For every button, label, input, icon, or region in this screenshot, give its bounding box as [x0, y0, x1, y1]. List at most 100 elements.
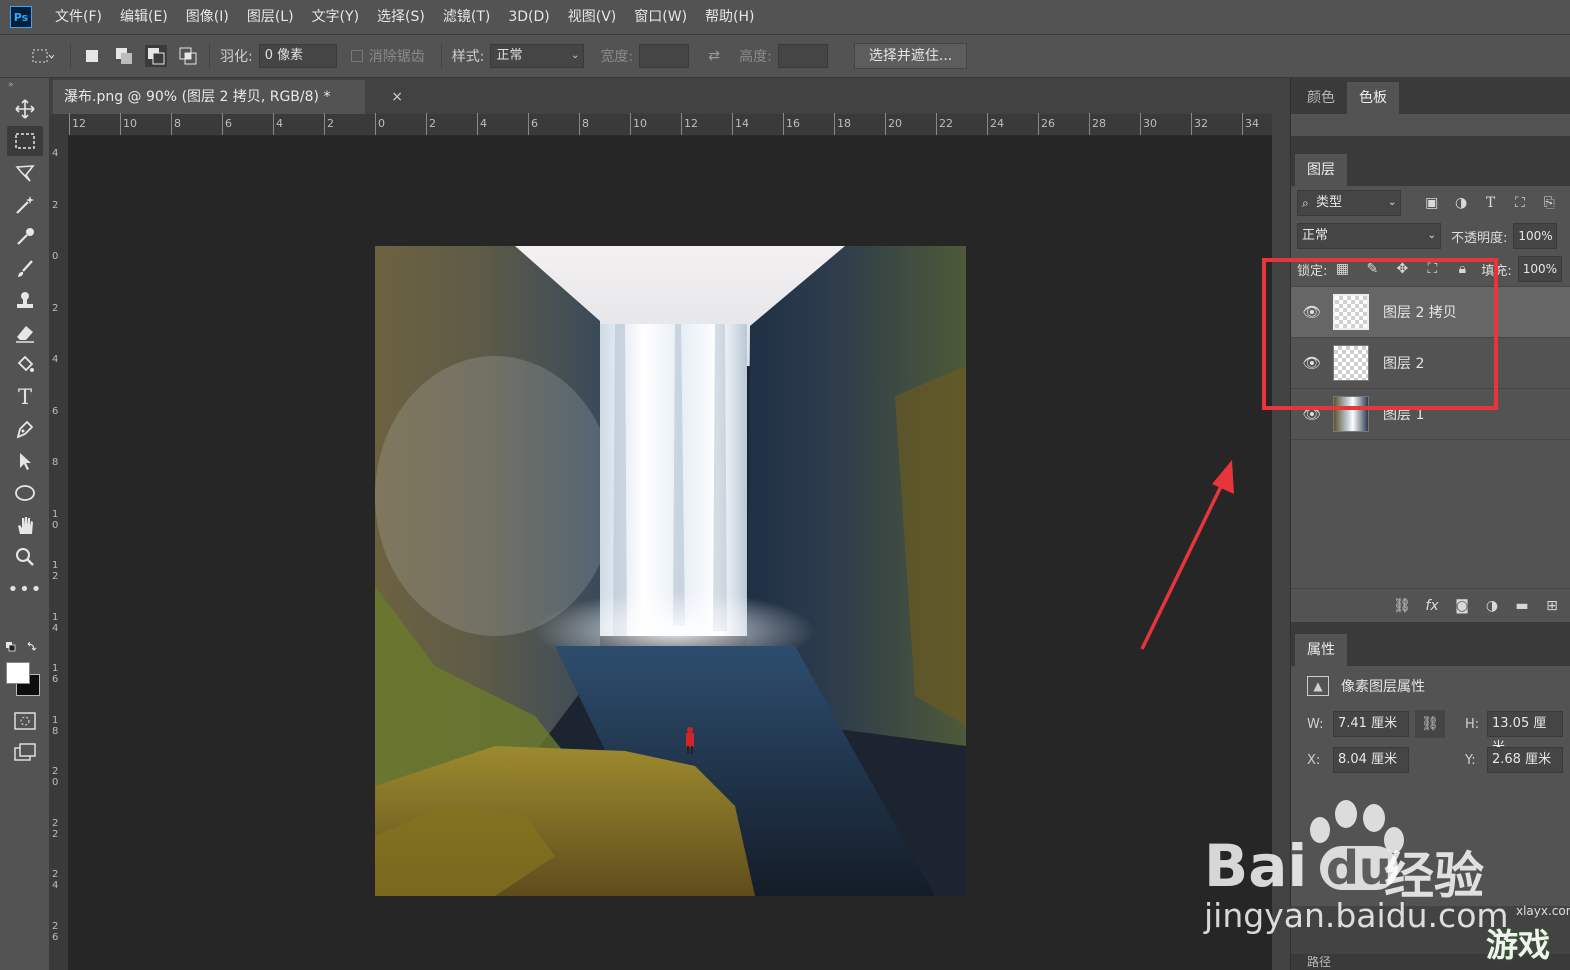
new-layer-icon[interactable]: ⊞ — [1537, 598, 1567, 614]
color-swatches-tabs: 颜色 色板 — [1291, 78, 1570, 114]
filter-shape-icon[interactable]: ⛶ — [1505, 195, 1534, 211]
height-input[interactable] — [777, 44, 828, 68]
w-label: W: — [1307, 716, 1324, 732]
ruler-tick — [630, 113, 631, 135]
tab-color[interactable]: 颜色 — [1295, 82, 1347, 114]
move-tool-icon[interactable] — [7, 94, 43, 124]
ruler-tick-label: 6 — [52, 405, 59, 417]
properties-tabs: 属性 — [1291, 632, 1570, 666]
marquee-tool-icon[interactable] — [7, 126, 43, 156]
antialias-checkbox[interactable] — [350, 50, 363, 62]
layer-filter-value: 类型 — [1316, 195, 1343, 210]
y-field[interactable]: 2.68 厘米 — [1487, 747, 1563, 773]
ruler-tick — [987, 113, 988, 135]
ruler-tick-label: 2 6 — [52, 920, 59, 943]
menu-view[interactable]: 视图(V) — [559, 0, 626, 34]
select-and-mask-button[interactable]: 选择并遮住... — [853, 43, 968, 69]
new-group-icon[interactable]: ▬ — [1507, 598, 1537, 614]
brush-tool-icon[interactable] — [7, 254, 43, 284]
zoom-tool-icon[interactable] — [7, 542, 43, 572]
more-tools-icon[interactable]: ••• — [7, 574, 43, 604]
waterfall-image[interactable] — [375, 246, 966, 896]
menu-help[interactable]: 帮助(H) — [696, 0, 763, 34]
ellipse-tool-icon[interactable] — [7, 478, 43, 508]
blend-mode-select[interactable]: 正常 ⌄ — [1297, 223, 1441, 249]
new-selection-icon[interactable] — [81, 45, 103, 67]
magic-wand-icon[interactable] — [7, 190, 43, 220]
ruler-tick — [834, 113, 835, 135]
ruler-tick-label: 20 — [888, 117, 902, 130]
watermark-site: xlayx.com — [1516, 904, 1570, 918]
add-mask-icon[interactable]: ◙ — [1447, 598, 1477, 614]
close-icon[interactable]: × — [391, 80, 403, 114]
menu-3d[interactable]: 3D(D) — [499, 0, 558, 34]
filter-adjustment-icon[interactable]: ◑ — [1446, 195, 1475, 211]
menu-type[interactable]: 文字(Y) — [303, 0, 368, 34]
vertical-ruler: 4 2 0 2 4 6 8 1 0 1 2 1 4 1 6 1 8 2 0 2 2 2 4 2 6 — [50, 136, 68, 970]
ruler-tick-label: 6 — [531, 117, 538, 130]
marquee-preset-icon[interactable] — [26, 45, 60, 67]
tab-properties[interactable]: 属性 — [1295, 634, 1347, 666]
intersect-selection-icon[interactable] — [177, 45, 199, 67]
width-field[interactable]: 7.41 厘米 — [1333, 711, 1409, 737]
pen-tool-icon[interactable] — [7, 414, 43, 444]
tab-swatches[interactable]: 色板 — [1347, 82, 1399, 114]
width-label: 宽度: — [600, 49, 634, 65]
style-label: 样式: — [451, 49, 485, 65]
fill-input[interactable]: 100% — [1517, 256, 1562, 282]
menu-layer[interactable]: 图层(L) — [238, 0, 303, 34]
x-field[interactable]: 8.04 厘米 — [1333, 747, 1409, 773]
document-tab-title: 瀑布.png @ 90% (图层 2 拷贝, RGB/8) * — [64, 89, 331, 105]
filter-type-icon[interactable]: T — [1476, 195, 1505, 211]
add-selection-icon[interactable] — [113, 45, 135, 67]
lasso-tool-icon[interactable] — [7, 158, 43, 188]
style-value: 正常 — [496, 48, 523, 63]
adjustment-layer-icon[interactable]: ◑ — [1477, 598, 1507, 614]
menu-select[interactable]: 选择(S) — [368, 0, 434, 34]
foreground-color-swatch[interactable] — [6, 662, 30, 684]
width-input[interactable] — [639, 44, 690, 68]
ruler-tick — [1089, 113, 1090, 135]
ruler-tick-label: 2 4 — [52, 869, 59, 891]
pixel-layer-icon: ▲ — [1307, 676, 1329, 696]
horizontal-ruler: 12 10 8 6 4 2 0 2 4 6 8 10 12 14 16 18 20 22 24 26 28 30 32 34 — [68, 113, 1272, 136]
collapse-icon[interactable]: » — [0, 78, 49, 92]
layer-filter-select[interactable]: ⌕ 类型 ⌄ — [1297, 190, 1402, 216]
path-selection-icon[interactable] — [7, 446, 43, 476]
canvas-area[interactable] — [68, 136, 1272, 970]
eyedropper-icon[interactable] — [7, 222, 43, 252]
menu-filter[interactable]: 滤镜(T) — [434, 0, 499, 34]
screen-mode-icon[interactable] — [7, 738, 43, 768]
swap-icon[interactable]: ⇄ — [703, 45, 725, 67]
style-select[interactable]: 正常 ⌄ — [490, 44, 585, 68]
link-layers-icon[interactable]: ⛓︎ — [1387, 598, 1417, 614]
filter-pixel-icon[interactable]: ▣ — [1417, 195, 1446, 211]
ruler-tick — [120, 113, 121, 135]
chevron-down-icon: ⌄ — [1427, 230, 1436, 241]
filter-smartobject-icon[interactable]: ⎘ — [1535, 195, 1564, 211]
eraser-tool-icon[interactable] — [7, 318, 43, 348]
height-field[interactable]: 13.05 厘米 — [1487, 711, 1563, 755]
document-tab[interactable]: 瀑布.png @ 90% (图层 2 拷贝, RGB/8) * × — [53, 80, 403, 114]
tab-layers[interactable]: 图层 — [1295, 154, 1347, 186]
feather-input[interactable]: 0 像素 — [258, 44, 337, 68]
menu-file[interactable]: 文件(F) — [46, 0, 111, 34]
default-colors-icon[interactable] — [6, 641, 37, 654]
quick-mask-icon[interactable] — [7, 706, 43, 736]
type-tool-icon[interactable]: T — [7, 382, 43, 412]
properties-title: 像素图层属性 — [1341, 679, 1425, 695]
hand-tool-icon[interactable] — [7, 510, 43, 540]
ruler-tick-label: 8 — [52, 457, 59, 468]
subtract-selection-icon[interactable] — [145, 45, 167, 67]
fx-icon[interactable]: fx — [1417, 598, 1447, 614]
menu-window[interactable]: 窗口(W) — [625, 0, 696, 34]
link-proportions-icon[interactable]: ⛓︎ — [1415, 710, 1445, 738]
opacity-input[interactable]: 100% — [1513, 223, 1558, 249]
blend-mode-value: 正常 — [1302, 228, 1329, 243]
stamp-tool-icon[interactable] — [7, 286, 43, 316]
photoshop-logo-icon: Ps — [10, 6, 32, 28]
ruler-tick-label: 4 — [276, 117, 283, 130]
menu-edit[interactable]: 编辑(E) — [111, 0, 177, 34]
menu-image[interactable]: 图像(I) — [177, 0, 238, 34]
paint-bucket-icon[interactable] — [7, 350, 43, 380]
